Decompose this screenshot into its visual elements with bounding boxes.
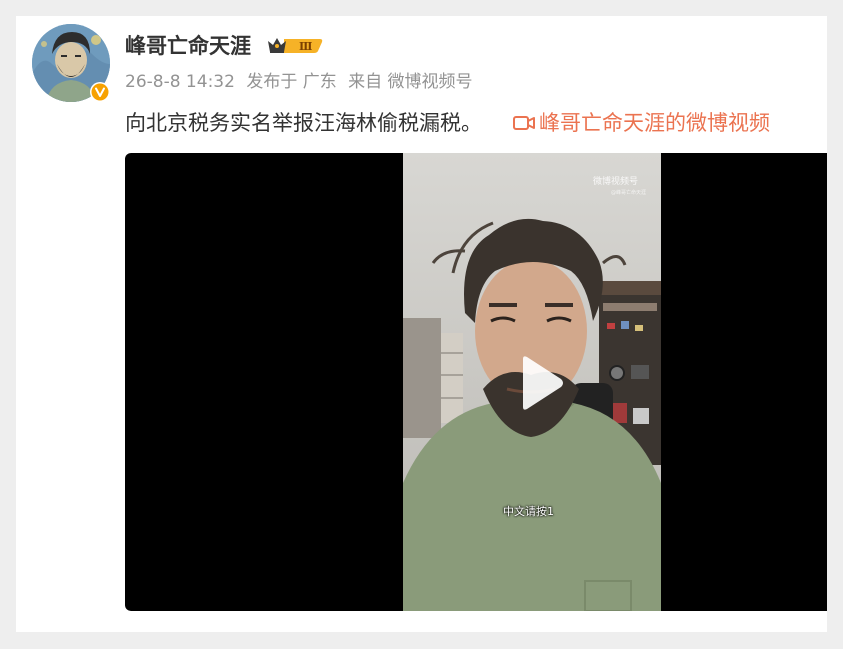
vip-badge[interactable]: Ⅲ: [266, 34, 324, 56]
weibo-post-card: 峰哥亡命天涯 Ⅲ 26-8-8 14:32 发布于 广东 来自 微博视频号 向北…: [16, 16, 827, 632]
play-button[interactable]: [507, 353, 567, 413]
vip-level: Ⅲ: [299, 40, 312, 53]
post-source[interactable]: 来自 微博视频号: [348, 72, 472, 92]
verified-v-icon: [90, 82, 110, 102]
video-player[interactable]: 微博视频号 @峰哥亡命天涯 中文请按1: [125, 153, 827, 611]
post-timestamp[interactable]: 26-8-8 14:32: [125, 72, 235, 92]
video-watermark-sub: @峰哥亡命天涯: [611, 190, 647, 196]
username[interactable]: 峰哥亡命天涯: [125, 31, 251, 61]
play-icon: [523, 356, 563, 410]
crown-icon: Ⅲ: [268, 38, 323, 53]
video-camera-icon: [513, 109, 535, 130]
avatar[interactable]: [32, 24, 110, 102]
video-watermark: 微博视频号: [593, 177, 639, 187]
post-text: 向北京税务实名举报汪海林偷税漏税。: [125, 111, 482, 135]
post-meta: 26-8-8 14:32 发布于 广东 来自 微博视频号: [125, 70, 479, 94]
video-subtitle: 中文请按1: [503, 505, 554, 518]
video-link-label: 峰哥亡命天涯的微博视频: [539, 111, 770, 135]
video-link[interactable]: 峰哥亡命天涯的微博视频: [513, 108, 770, 138]
post-location: 发布于 广东: [246, 72, 337, 92]
